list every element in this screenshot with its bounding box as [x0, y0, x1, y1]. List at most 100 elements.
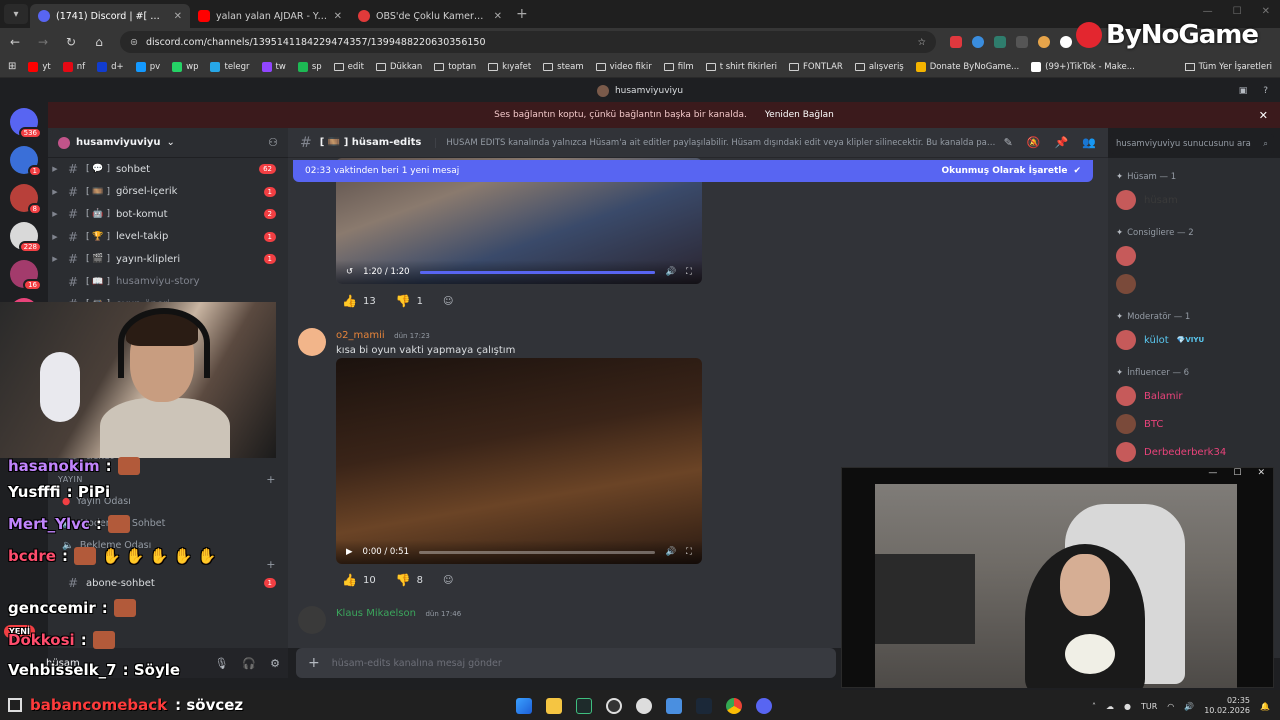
member-item[interactable]: BTC [1108, 410, 1280, 438]
close-tab-icon[interactable]: ✕ [494, 11, 502, 22]
reaction-thumbs-down[interactable]: 👎 1 [390, 292, 429, 310]
steam-icon[interactable] [696, 698, 712, 714]
category-collapsed[interactable]: + [48, 556, 288, 572]
chrome-icon[interactable] [726, 698, 742, 714]
bookmark-star-icon[interactable]: ☆ [917, 37, 926, 48]
notification-bell-icon[interactable]: 🔕 [1027, 136, 1041, 149]
message-author[interactable]: o2_mamii [336, 330, 385, 341]
all-bookmarks-folder[interactable]: Tüm Yer İşaretleri [1184, 62, 1272, 72]
windows-start-icon[interactable] [516, 698, 532, 714]
file-explorer-icon[interactable] [546, 698, 562, 714]
extension-icon[interactable] [994, 36, 1006, 48]
invite-people-icon[interactable]: ⚇ [268, 136, 278, 149]
voice-channel-moderator[interactable]: 🔈 Moderatör Sohbet [48, 512, 288, 534]
speaker-icon[interactable]: 🔊 [1184, 702, 1194, 711]
bookmark-10[interactable]: toptan [434, 62, 476, 72]
reaction-thumbs-up[interactable]: 👍 13 [336, 292, 382, 310]
channel-3[interactable]: ▶ # [ 🏆 ] level-takip 1 [48, 226, 288, 249]
extension-icon[interactable] [972, 36, 984, 48]
volume-icon[interactable]: 🔊 [665, 547, 676, 557]
clock[interactable]: 02:35 10.02.2026 [1204, 696, 1250, 716]
channel-abone-sohbet[interactable]: # abone-sohbet 1 [48, 572, 288, 595]
channel-0[interactable]: ▶ # [ 💬 ] sohbet 62 [48, 158, 288, 181]
pin-icon[interactable]: 📌 [1055, 136, 1069, 149]
server-search[interactable]: husamviyuviyu sunucusunu ara ⌕ [1110, 134, 1274, 154]
voice-channel-bekleme[interactable]: 🔈 Bekleme Odası [48, 534, 288, 556]
terminal-icon[interactable] [576, 698, 592, 714]
network-icon[interactable]: ☁ [1106, 702, 1114, 711]
bookmark-1[interactable]: nf [62, 61, 85, 72]
member-list-icon[interactable]: 👥 [1082, 136, 1096, 149]
tab-search-button[interactable]: ▾ [4, 4, 28, 24]
server-icon[interactable]: 228 [10, 222, 42, 253]
voice-channel-yayin-odasi[interactable]: ● Yayın Odası [48, 490, 288, 512]
volume-icon[interactable]: 🔊 [665, 267, 676, 277]
reaction-thumbs-down[interactable]: 👎 8 [390, 571, 429, 589]
user-name[interactable]: hüsam [46, 658, 80, 669]
app-tray-icon[interactable]: ● [1124, 702, 1131, 711]
bookmark-6[interactable]: tw [261, 61, 286, 72]
bookmark-12[interactable]: steam [543, 62, 584, 72]
app-icon[interactable] [636, 698, 652, 714]
maximize-icon[interactable]: ☐ [1233, 6, 1242, 17]
video-seekbar[interactable] [419, 550, 656, 554]
extension-icon[interactable] [1038, 36, 1050, 48]
message-composer[interactable]: + hüsam-edits kanalına mesaj gönder [296, 648, 836, 678]
member-item[interactable]: Balamir [1108, 382, 1280, 410]
member-item[interactable] [1108, 242, 1280, 270]
threads-icon[interactable]: ✎ [1004, 136, 1013, 149]
server-header[interactable]: husamviyuviyu ⌄ ⚇ [48, 128, 288, 158]
bookmark-13[interactable]: video fikir [595, 62, 652, 72]
bookmark-8[interactable]: edit [333, 62, 364, 72]
bookmark-9[interactable]: Dükkan [375, 62, 422, 72]
wifi-icon[interactable]: ◠ [1167, 702, 1174, 711]
app-icon[interactable] [666, 698, 682, 714]
bookmark-7[interactable]: sp [297, 61, 322, 72]
settings-gear-icon[interactable]: ⚙ [270, 657, 280, 670]
extension-icon[interactable] [1060, 36, 1072, 48]
channel-1[interactable]: ▶ # [ 🎞️ ] görsel-içerik 1 [48, 181, 288, 204]
close-icon[interactable]: ✕ [1257, 468, 1265, 482]
channel-2[interactable]: ▶ # [ 🤖 ] bot-komut 2 [48, 203, 288, 226]
notification-icon[interactable]: 🔔 [1260, 702, 1270, 711]
close-window-icon[interactable]: ✕ [1262, 6, 1270, 17]
browser-tab-obs[interactable]: OBS'de Çoklu Kamera Kaydına ✕ [350, 4, 510, 28]
bookmark-18[interactable]: Donate ByNoGame... [915, 61, 1019, 72]
fullscreen-icon[interactable]: ⛶ [686, 547, 692, 557]
adblock-extension-icon[interactable] [950, 36, 962, 48]
add-channel-icon[interactable]: + [266, 558, 276, 571]
bookmark-19[interactable]: (99+)TikTok - Make... [1031, 61, 1135, 72]
attach-plus-icon[interactable]: + [308, 655, 320, 671]
channel-topic[interactable]: HÜSAM EDİTS kanalında yalnızca Hüsam'a a… [435, 137, 996, 148]
bookmark-15[interactable]: t shirt fikirleri [705, 62, 777, 72]
new-tab-button[interactable]: + [516, 6, 528, 22]
discord-home-icon[interactable]: 536 [10, 108, 42, 139]
chevron-up-icon[interactable]: ˄ [1092, 702, 1096, 711]
member-item[interactable] [1108, 270, 1280, 298]
bookmark-14[interactable]: film [663, 62, 694, 72]
forward-icon[interactable]: → [36, 35, 50, 49]
close-tab-icon[interactable]: ✕ [334, 11, 342, 22]
discord-icon[interactable] [756, 698, 772, 714]
inbox-icon[interactable]: ▣ [1239, 86, 1248, 96]
close-banner-icon[interactable]: ✕ [1259, 109, 1268, 122]
new-messages-bar[interactable]: 02:33 vaktinden beri 1 yeni mesaj Okunmu… [293, 160, 1093, 182]
bookmark-0[interactable]: yt [28, 61, 51, 72]
help-icon[interactable]: ? [1263, 86, 1268, 96]
fullscreen-icon[interactable]: ⛶ [686, 267, 692, 277]
replay-icon[interactable]: ↺ [346, 267, 353, 277]
bookmark-11[interactable]: kıyafet [488, 62, 531, 72]
channel-5[interactable]: # [ 📖 ] husamviyu-story [48, 271, 288, 294]
close-tab-icon[interactable]: ✕ [174, 11, 182, 22]
back-icon[interactable]: ← [8, 35, 22, 49]
bookmark-4[interactable]: wp [172, 61, 198, 72]
home-icon[interactable]: ⌂ [92, 35, 106, 49]
category-yayin[interactable]: YAYIN + [48, 468, 288, 490]
minimize-icon[interactable]: — [1208, 468, 1217, 482]
bookmark-3[interactable]: pv [135, 61, 160, 72]
channel-4[interactable]: ▶ # [ 🎬 ] yayın-klipleri 1 [48, 248, 288, 271]
video-seekbar[interactable] [419, 270, 656, 274]
bookmark-2[interactable]: d+ [97, 61, 124, 72]
server-icon[interactable]: 16 [10, 260, 42, 291]
add-channel-icon[interactable]: + [266, 473, 276, 486]
